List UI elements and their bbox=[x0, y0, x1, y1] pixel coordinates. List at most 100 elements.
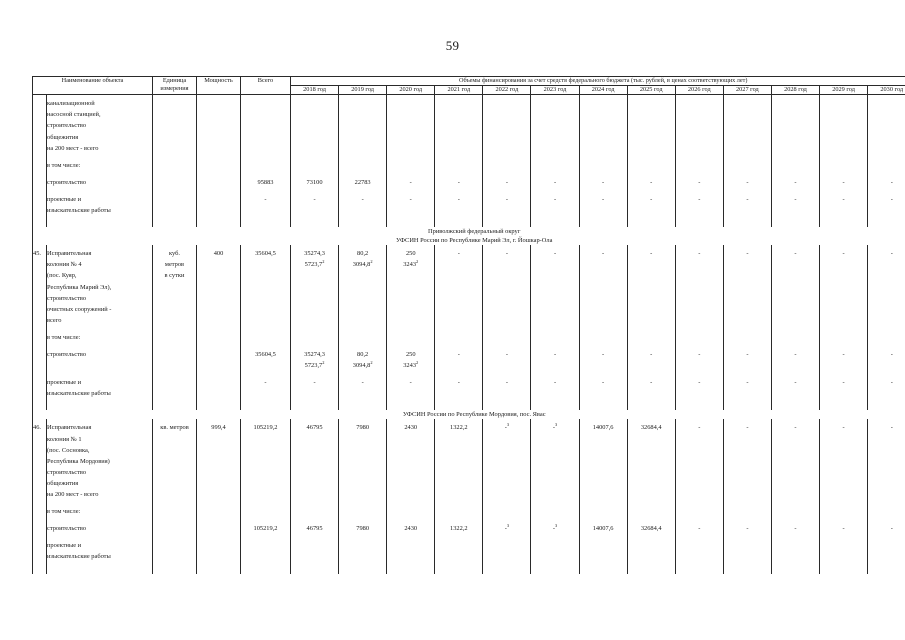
cell-year-2030 bbox=[867, 99, 905, 111]
cell-year-2020: - bbox=[386, 194, 436, 206]
cell-year-2024 bbox=[578, 132, 628, 144]
cell-unit bbox=[152, 282, 197, 294]
header-cell-year-2025: 2025 год bbox=[626, 85, 676, 96]
cell-year-2021 bbox=[434, 490, 484, 502]
cell-year-2027 bbox=[722, 434, 772, 446]
cell-total bbox=[240, 332, 291, 345]
cell-unit bbox=[152, 177, 197, 189]
cell-year-2025: 32684,4 bbox=[626, 423, 676, 435]
cell-year-2018 bbox=[289, 456, 340, 468]
cell-row-number bbox=[32, 293, 47, 305]
cell-year-2018: 35274,3 bbox=[289, 350, 340, 362]
cell-year-2027 bbox=[722, 99, 772, 111]
cell-year-2022 bbox=[482, 434, 532, 446]
cell-year-2028 bbox=[770, 434, 821, 446]
cell-year-2021: - bbox=[434, 350, 484, 362]
table-header: Наименование объекта Единица измерения М… bbox=[32, 75, 905, 96]
cell-year-2021 bbox=[434, 445, 484, 457]
cell-year-2029 bbox=[819, 260, 869, 272]
cell-year-2028: - bbox=[770, 249, 821, 261]
cell-year-2029 bbox=[819, 490, 869, 502]
cell-year-2027 bbox=[722, 315, 772, 327]
cell-year-2023: -3 bbox=[530, 523, 580, 536]
cell-year-2019 bbox=[338, 271, 388, 283]
cell-year-2027 bbox=[722, 282, 772, 294]
cell-total bbox=[240, 456, 291, 468]
cell-year-2018 bbox=[289, 478, 340, 491]
cell-year-2030 bbox=[867, 456, 905, 468]
cell-object-name: строительство bbox=[46, 293, 153, 305]
cell-year-2026 bbox=[674, 467, 724, 479]
cell-year-2018 bbox=[289, 304, 340, 316]
cell-year-2023 bbox=[530, 121, 580, 133]
cell-year-2018 bbox=[289, 271, 340, 283]
cell-year-2022: -3 bbox=[482, 423, 532, 435]
cell-year-2027 bbox=[722, 205, 772, 218]
cell-year-2025 bbox=[626, 99, 676, 111]
cell-year-2029 bbox=[819, 282, 869, 294]
cell-year-2024 bbox=[578, 361, 628, 373]
cell-object-name: Исправительная bbox=[46, 249, 153, 261]
cell-year-2023 bbox=[530, 478, 580, 491]
cell-year-2021 bbox=[434, 260, 484, 272]
cell-power bbox=[196, 445, 241, 457]
cell-year-2026 bbox=[674, 282, 724, 294]
continued-including-row: в том числе: bbox=[32, 160, 905, 172]
cell-year-2023 bbox=[530, 293, 580, 305]
cell-year-2030 bbox=[867, 293, 905, 305]
cell-year-2023 bbox=[530, 271, 580, 283]
cell-year-2029 bbox=[819, 315, 869, 327]
cell-year-2024: - bbox=[578, 350, 628, 362]
header-cell-year-2027: 2027 год bbox=[722, 85, 772, 96]
cell-year-2021 bbox=[434, 467, 484, 479]
cell-year-2022 bbox=[482, 132, 532, 144]
continued-name-row: насосной станцией, bbox=[32, 110, 905, 122]
cell-row-number: 46. bbox=[32, 423, 47, 435]
cell-year-2019: 22783 bbox=[338, 177, 388, 189]
cell-year-2029 bbox=[819, 99, 869, 111]
cell-year-2022: - bbox=[482, 378, 532, 390]
cell-object-name: общежития bbox=[46, 132, 153, 144]
cell-row-number bbox=[32, 205, 47, 218]
item-subrow: строительство 105219,2 46795 7980 2430 1322,2… bbox=[32, 523, 905, 536]
section-office-title-text: УФСИН России по Республике Мордовия, пос… bbox=[31, 410, 905, 420]
cell-year-2020 bbox=[386, 541, 436, 553]
cell-year-2022 bbox=[482, 478, 532, 491]
cell-year-2027 bbox=[722, 293, 772, 305]
cell-year-2028: - bbox=[770, 378, 821, 390]
cell-year-2028 bbox=[770, 456, 821, 468]
cell-unit bbox=[152, 490, 197, 502]
cell-year-2025 bbox=[626, 456, 676, 468]
cell-power bbox=[196, 389, 241, 401]
cell-year-2021 bbox=[434, 507, 484, 519]
cell-total bbox=[240, 143, 291, 155]
cell-year-2028 bbox=[770, 332, 821, 345]
cell-unit bbox=[152, 99, 197, 111]
cell-total: 105219,2 bbox=[240, 423, 291, 435]
cell-year-2022 bbox=[482, 507, 532, 519]
cell-row-number: 45. bbox=[32, 249, 47, 261]
continued-subrow: изыскательские работы bbox=[32, 205, 905, 218]
cell-year-2023: - bbox=[530, 378, 580, 390]
cell-year-2030 bbox=[867, 304, 905, 316]
cell-year-2029 bbox=[819, 143, 869, 155]
cell-year-2019 bbox=[338, 160, 388, 172]
cell-year-2020 bbox=[386, 205, 436, 218]
cell-year-2021: - bbox=[434, 249, 484, 261]
cell-year-2024: - bbox=[578, 378, 628, 390]
cell-year-2030 bbox=[867, 271, 905, 283]
cell-year-2019 bbox=[338, 121, 388, 133]
header-cell-unit: Единица измерения bbox=[152, 75, 197, 96]
cell-year-2020 bbox=[386, 445, 436, 457]
cell-year-2026: - bbox=[674, 524, 724, 536]
cell-year-2025 bbox=[626, 478, 676, 491]
cell-year-2029 bbox=[819, 293, 869, 305]
cell-year-2020: 2430 bbox=[386, 524, 436, 536]
cell-year-2026 bbox=[674, 332, 724, 345]
cell-year-2025: - bbox=[626, 378, 676, 390]
cell-year-2021 bbox=[434, 282, 484, 294]
cell-year-2029 bbox=[819, 541, 869, 553]
cell-unit bbox=[152, 478, 197, 491]
cell-year-2027 bbox=[722, 490, 772, 502]
cell-year-2020 bbox=[386, 160, 436, 172]
